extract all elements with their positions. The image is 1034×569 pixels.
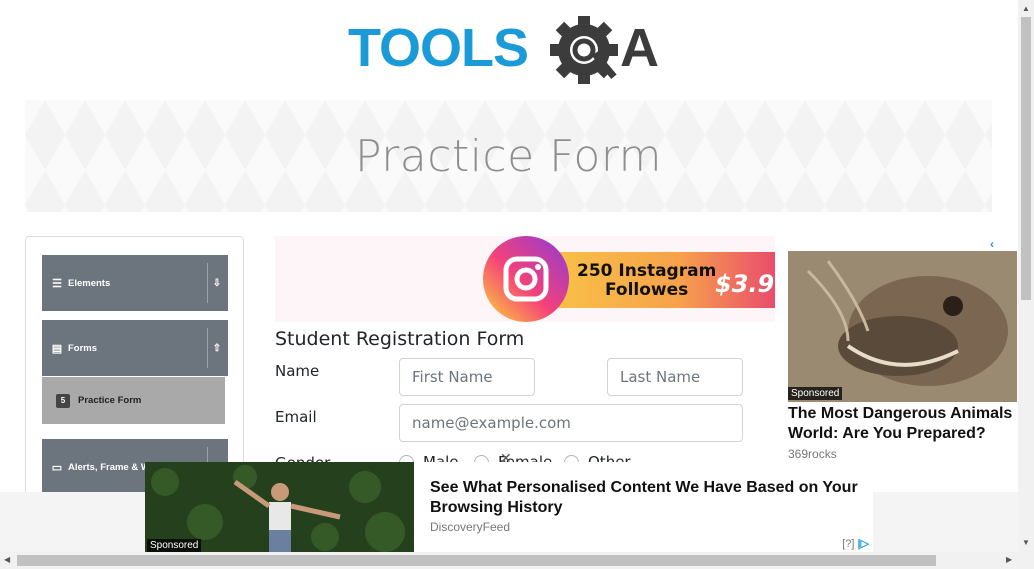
sponsored-badge: Sponsored	[147, 539, 202, 552]
sidebar-group-label: Elements	[68, 277, 111, 289]
instagram-followers-ad[interactable]: 250 Instagram Followes $3.9	[483, 236, 775, 322]
last-name-input[interactable]	[607, 358, 743, 396]
toolsqa-logo[interactable]: TOOLS A	[348, 14, 678, 90]
scroll-left-icon[interactable]: ◀	[4, 555, 10, 564]
hamburger-icon: ☰	[52, 277, 62, 290]
horizontal-scrollbar[interactable]: ◀ ▶	[0, 552, 1034, 569]
scroll-right-icon[interactable]: ▶	[1006, 555, 1012, 564]
ad-image[interactable]	[788, 251, 1017, 402]
adchoices-icon[interactable]: |▷	[857, 537, 869, 550]
adchoices-icon[interactable]: ‹	[990, 237, 994, 251]
form-title: Student Registration Form	[275, 328, 525, 350]
sidebar-group-forms[interactable]: ▤ Forms ⇧	[42, 320, 228, 376]
sponsored-badge: Sponsored	[788, 387, 843, 400]
ad-choices[interactable]: [?] |▷	[842, 537, 869, 551]
sidebar-group-label: Forms	[68, 342, 98, 354]
sidebar: ☰ Elements ⇩ ▤ Forms ⇧ 5 Practice Form ▭…	[25, 236, 244, 496]
first-name-input[interactable]	[399, 358, 535, 396]
ad-headline[interactable]: The Most Dangerous Animals World: Are Yo…	[788, 404, 1016, 444]
expand-arrow-icon[interactable]: ⇩	[210, 278, 224, 289]
ad-headline[interactable]: See What Personalised Content We Have Ba…	[430, 478, 870, 518]
logo-a-text: A	[620, 18, 659, 78]
scroll-up-icon[interactable]: ▲	[1022, 4, 1030, 13]
page-banner: Practice Form	[25, 100, 992, 212]
ad-source[interactable]: DiscoveryFeed	[430, 520, 510, 534]
page-title: Practice Form	[354, 130, 663, 182]
window-icon: ▭	[51, 461, 63, 474]
scroll-down-icon[interactable]: ▼	[1022, 538, 1030, 547]
ad-info-link[interactable]: [?]	[842, 538, 854, 550]
vertical-scrollbar[interactable]: ▲ ▼	[1018, 0, 1034, 552]
collapse-arrow-icon[interactable]: ⇧	[210, 343, 224, 354]
sponsored-ad-bottom[interactable]: Sponsored See What Personalised Content …	[145, 462, 873, 552]
scrollbar-thumb[interactable]	[1021, 17, 1031, 300]
email-input[interactable]	[399, 404, 743, 442]
name-label: Name	[275, 362, 320, 380]
ad-price: $3.9	[715, 270, 775, 298]
sponsored-ad-right[interactable]: Sponsored The Most Dangerous Animals Wor…	[775, 236, 1018, 466]
gear-icon	[550, 16, 618, 84]
file-icon: ▤	[51, 342, 63, 355]
logo-tools-text: TOOLS	[348, 18, 528, 78]
sidebar-item-label: Practice Form	[78, 395, 142, 406]
ad-line-2: Followes	[605, 280, 689, 300]
sidebar-group-elements[interactable]: ☰ Elements ⇩	[42, 255, 228, 311]
html5-icon: 5	[56, 393, 70, 408]
ad-source[interactable]: 369rocks	[788, 447, 837, 461]
sidebar-item-practice-form[interactable]: 5 Practice Form	[42, 377, 225, 424]
instagram-icon	[483, 236, 569, 322]
email-label: Email	[275, 408, 317, 426]
scrollbar-thumb[interactable]	[17, 555, 936, 566]
ad-line-1: 250 Instagram	[577, 261, 717, 281]
